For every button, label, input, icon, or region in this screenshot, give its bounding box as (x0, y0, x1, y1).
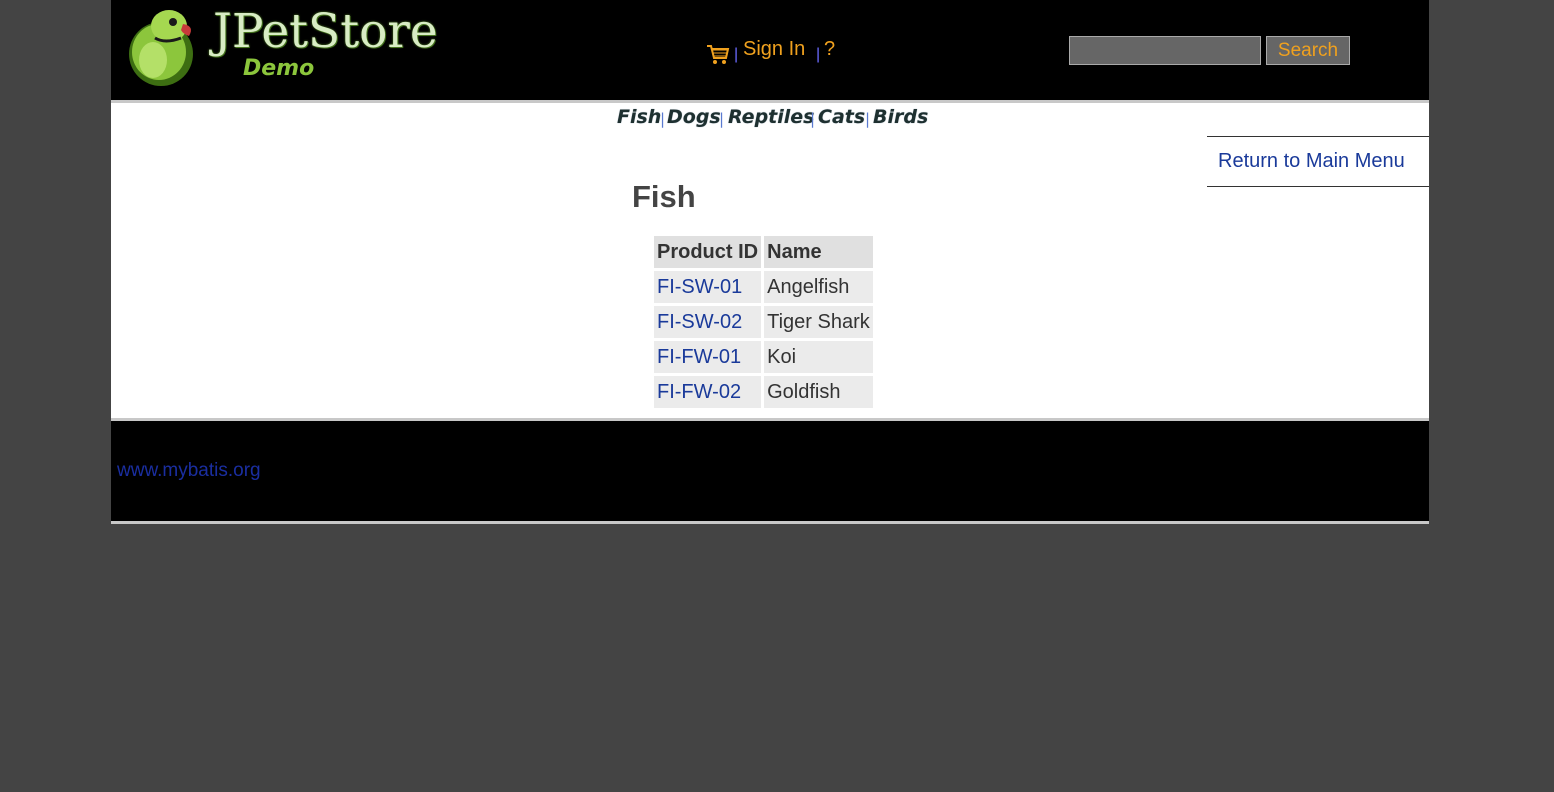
table-row: FI-FW-02 Goldfish (654, 376, 873, 408)
table-row: FI-FW-01 Koi (654, 341, 873, 373)
product-name-cell: Goldfish (764, 376, 873, 408)
product-id-cell: FI-FW-02 (654, 376, 762, 408)
product-name-cell: Koi (764, 341, 873, 373)
product-table: Product ID Name FI-SW-01 Angelfish FI-SW… (651, 233, 876, 411)
quicklink-fish[interactable]: Fish (617, 106, 661, 128)
product-id-cell: FI-FW-01 (654, 341, 762, 373)
footer-divider (111, 521, 1429, 524)
quicklink-reptiles[interactable]: Reptiles (728, 106, 814, 128)
quicklink-dogs[interactable]: Dogs (667, 106, 721, 128)
brand-subtitle: Demo (243, 56, 315, 81)
category-title: Fish (632, 179, 696, 214)
back-link-box: Return to Main Menu (1207, 136, 1429, 187)
product-id-link[interactable]: FI-FW-02 (657, 381, 741, 403)
search-input[interactable] (1069, 36, 1261, 65)
quicklink-separator: | (865, 110, 871, 128)
product-name-cell: Tiger Shark (764, 306, 873, 338)
search-button[interactable]: Search (1266, 36, 1350, 65)
quicklink-cats[interactable]: Cats (818, 106, 865, 128)
main-content: Fish | Dogs | Reptiles | Cats | Birds Re… (111, 103, 1429, 418)
table-row: FI-SW-01 Angelfish (654, 271, 873, 303)
mybatis-link[interactable]: www.mybatis.org (117, 460, 261, 482)
parrot-logo-icon (129, 10, 193, 86)
return-to-main-menu-link[interactable]: Return to Main Menu (1218, 150, 1405, 173)
product-id-link[interactable]: FI-SW-01 (657, 276, 742, 298)
logo[interactable]: JPetStore Demo (123, 2, 453, 90)
help-link[interactable]: ? (824, 38, 835, 61)
product-id-cell: FI-SW-01 (654, 271, 762, 303)
page-wrapper: JPetStore Demo | Sign In | ? Search Fish… (111, 0, 1429, 524)
quicklink-separator: | (660, 110, 666, 128)
product-id-link[interactable]: FI-FW-01 (657, 346, 741, 368)
table-header-row: Product ID Name (654, 236, 873, 268)
column-header-name: Name (764, 236, 873, 268)
menu-separator: | (734, 46, 739, 63)
sign-in-link[interactable]: Sign In (743, 38, 805, 61)
brand-title: JPetStore (213, 4, 438, 59)
table-row: FI-SW-02 Tiger Shark (654, 306, 873, 338)
quicklink-separator: | (810, 110, 816, 128)
header: JPetStore Demo | Sign In | ? Search (111, 0, 1429, 100)
product-id-link[interactable]: FI-SW-02 (657, 311, 742, 333)
product-name-cell: Angelfish (764, 271, 873, 303)
quicklink-separator: | (719, 110, 725, 128)
footer: www.mybatis.org (111, 421, 1429, 521)
product-id-cell: FI-SW-02 (654, 306, 762, 338)
shopping-cart-icon[interactable] (706, 42, 730, 66)
menu-separator: | (816, 46, 821, 63)
quicklink-birds[interactable]: Birds (873, 106, 928, 128)
column-header-product-id: Product ID (654, 236, 762, 268)
